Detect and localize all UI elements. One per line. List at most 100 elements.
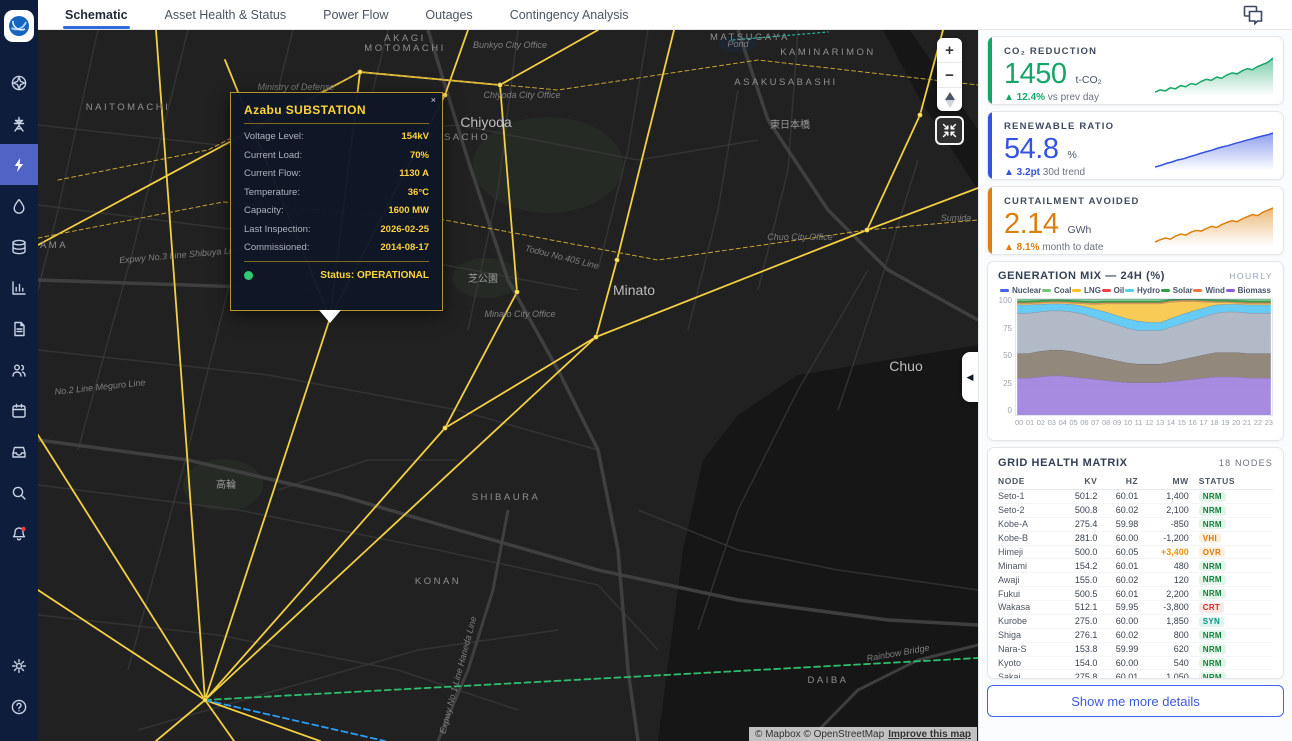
y-axis-labels: 1007550250: [998, 298, 1015, 416]
table-row-himeji[interactable]: Himeji500.060.05+3,400OVR: [998, 545, 1273, 559]
analytics-panel: CO₂ REDUCTION1450t-CO₂▲ 12.4% vs prev da…: [978, 30, 1292, 741]
sidebar-item-inbox[interactable]: [0, 431, 38, 472]
table-row-kurobe[interactable]: Kurobe275.060.001,850SYN: [998, 614, 1273, 628]
hourly-badge: HOURLY: [1229, 271, 1273, 281]
kpi-unit: %: [1067, 149, 1076, 161]
tooltip-pointer: [319, 310, 341, 323]
status-badge: NRM: [1199, 589, 1226, 599]
table-row-wakasa[interactable]: Wakasa512.159.95-3,800CRT: [998, 601, 1273, 615]
panel-collapse-handle[interactable]: ◀: [962, 352, 978, 402]
kpi-value: 54.8: [1004, 133, 1058, 166]
tooltip-title: Azabu SUBSTATION: [244, 103, 429, 117]
generation-mix-card: GENERATION MIX — 24H (%) HOURLY NuclearC…: [987, 261, 1284, 441]
sidebar-item-gear[interactable]: [0, 645, 38, 686]
sidebar-item-document[interactable]: [0, 308, 38, 349]
status-badge: NRM: [1199, 644, 1226, 654]
legend-hydro: Hydro: [1125, 286, 1160, 295]
status-badge: CRT: [1199, 603, 1224, 613]
status-badge: NRM: [1199, 492, 1226, 502]
sidebar-item-users[interactable]: [0, 349, 38, 390]
zoom-out-button[interactable]: −: [937, 63, 962, 87]
tower-icon: [10, 115, 28, 133]
collapse-arrows-icon: [941, 122, 958, 139]
col-node: NODE: [998, 474, 1056, 490]
bolt-icon: [10, 156, 28, 174]
col-mw: MW: [1138, 474, 1188, 490]
table-row-fukui[interactable]: Fukui500.560.012,200NRM: [998, 587, 1273, 601]
database-icon: [10, 238, 28, 256]
top-navigation: Schematic Asset Health & Status Power Flow…: [38, 0, 1292, 30]
map-canvas: [38, 30, 978, 741]
legend-nuclear: Nuclear: [1000, 286, 1041, 295]
table-row-shiga[interactable]: Shiga276.160.02800NRM: [998, 628, 1273, 642]
tooltip-row: Voltage Level:154kV: [244, 131, 429, 142]
legend-wind: Wind: [1193, 286, 1224, 295]
status-badge: NRM: [1199, 519, 1226, 529]
grid-health-title: GRID HEALTH MATRIX: [998, 457, 1128, 469]
grid-health-card: GRID HEALTH MATRIX 18 NODES NODEKVHZMWST…: [987, 447, 1284, 679]
app-logo[interactable]: [4, 10, 34, 42]
status-badge: NRM: [1199, 506, 1226, 516]
generation-mix-title: GENERATION MIX — 24H (%): [998, 270, 1165, 282]
chat-icon[interactable]: [1240, 3, 1266, 27]
table-row-kobe-a[interactable]: Kobe-A275.459.98-850NRM: [998, 517, 1273, 531]
sidebar-item-bell[interactable]: [0, 513, 38, 554]
tooltip-row: Capacity:1600 MW: [244, 205, 429, 216]
document-icon: [10, 320, 28, 338]
status-dot: [244, 271, 253, 280]
sidebar-item-bolt[interactable]: [0, 144, 38, 185]
sidebar-item-database[interactable]: [0, 226, 38, 267]
network-map[interactable]: AKAGIMOTOMACHIBunkyo City OfficePondMATS…: [38, 30, 978, 741]
table-row-minami[interactable]: Minami154.260.01480NRM: [998, 559, 1273, 573]
table-row-sakai[interactable]: Sakai275.860.011,050NRM: [998, 670, 1273, 679]
tooltip-row: Current Flow:1130 A: [244, 168, 429, 179]
calendar-icon: [10, 402, 28, 420]
sidebar-item-droplet[interactable]: [0, 185, 38, 226]
table-row-nara-s[interactable]: Nara-S153.859.99620NRM: [998, 642, 1273, 656]
status-badge: OVR: [1199, 547, 1225, 557]
sidebar-item-search[interactable]: [0, 472, 38, 513]
fit-bounds-button[interactable]: [937, 118, 962, 143]
sidebar-item-help[interactable]: [0, 686, 38, 727]
tab-asset-health-status[interactable]: Asset Health & Status: [165, 0, 287, 29]
compass-button[interactable]: [937, 88, 962, 111]
table-row-kyoto[interactable]: Kyoto154.060.00540NRM: [998, 656, 1273, 670]
table-row-seto-1[interactable]: Seto-1501.260.011,400NRM: [998, 490, 1273, 504]
tooltip-row: Last Inspection:2026-02-25: [244, 224, 429, 235]
table-row-seto-2[interactable]: Seto-2500.860.022,100NRM: [998, 503, 1273, 517]
status-badge: SYN: [1199, 617, 1224, 627]
tab-outages[interactable]: Outages: [425, 0, 472, 29]
kpi-card-curtailment-avoided: CURTAILMENT AVOIDED2.14GWh▲ 8.1% month t…: [987, 186, 1284, 255]
kpi-value: 1450: [1004, 58, 1067, 91]
kpi-unit: t-CO₂: [1076, 74, 1102, 86]
substation-tooltip: × Azabu SUBSTATION Voltage Level:154kV Cu…: [230, 92, 443, 311]
tab-power-flow[interactable]: Power Flow: [323, 0, 388, 29]
map-attribution: © Mapbox © OpenStreetMap Improve this ma…: [749, 727, 977, 741]
tooltip-row: Commissioned:2014-08-17: [244, 242, 429, 253]
zoom-in-button[interactable]: +: [937, 38, 962, 62]
table-row-awaji[interactable]: Awaji155.060.02120NRM: [998, 573, 1273, 587]
kpi-card-co-reduction: CO₂ REDUCTION1450t-CO₂▲ 12.4% vs prev da…: [987, 36, 1284, 105]
legend-coal: Coal: [1042, 286, 1071, 295]
table-row-kobe-b[interactable]: Kobe-B281.060.00-1,200VHI: [998, 531, 1273, 545]
help-icon: [10, 698, 28, 716]
tooltip-close-icon[interactable]: ×: [431, 95, 436, 105]
kpi-sparkline: [1155, 125, 1273, 171]
show-details-button[interactable]: Show me more details: [987, 685, 1284, 717]
sidebar-item-chart[interactable]: [0, 267, 38, 308]
sidebar-item-calendar[interactable]: [0, 390, 38, 431]
sidebar-item-globe[interactable]: [0, 62, 38, 103]
tooltip-row: Temperature:36°C: [244, 187, 429, 198]
search-icon: [10, 484, 28, 502]
tab-contingency-analysis[interactable]: Contingency Analysis: [510, 0, 629, 29]
sidebar-item-tower[interactable]: [0, 103, 38, 144]
kpi-sparkline: [1155, 50, 1273, 96]
kpi-value: 2.14: [1004, 208, 1058, 241]
status-badge: NRM: [1199, 658, 1226, 668]
node-count: 18 NODES: [1219, 458, 1273, 468]
chart-legend: NuclearCoalLNGOilHydroSolarWindBiomass: [998, 286, 1273, 295]
attribution-text: © Mapbox © OpenStreetMap: [755, 729, 884, 740]
bell-icon: [10, 525, 28, 543]
improve-map-link[interactable]: Improve this map: [888, 729, 971, 740]
tab-schematic[interactable]: Schematic: [65, 0, 128, 29]
